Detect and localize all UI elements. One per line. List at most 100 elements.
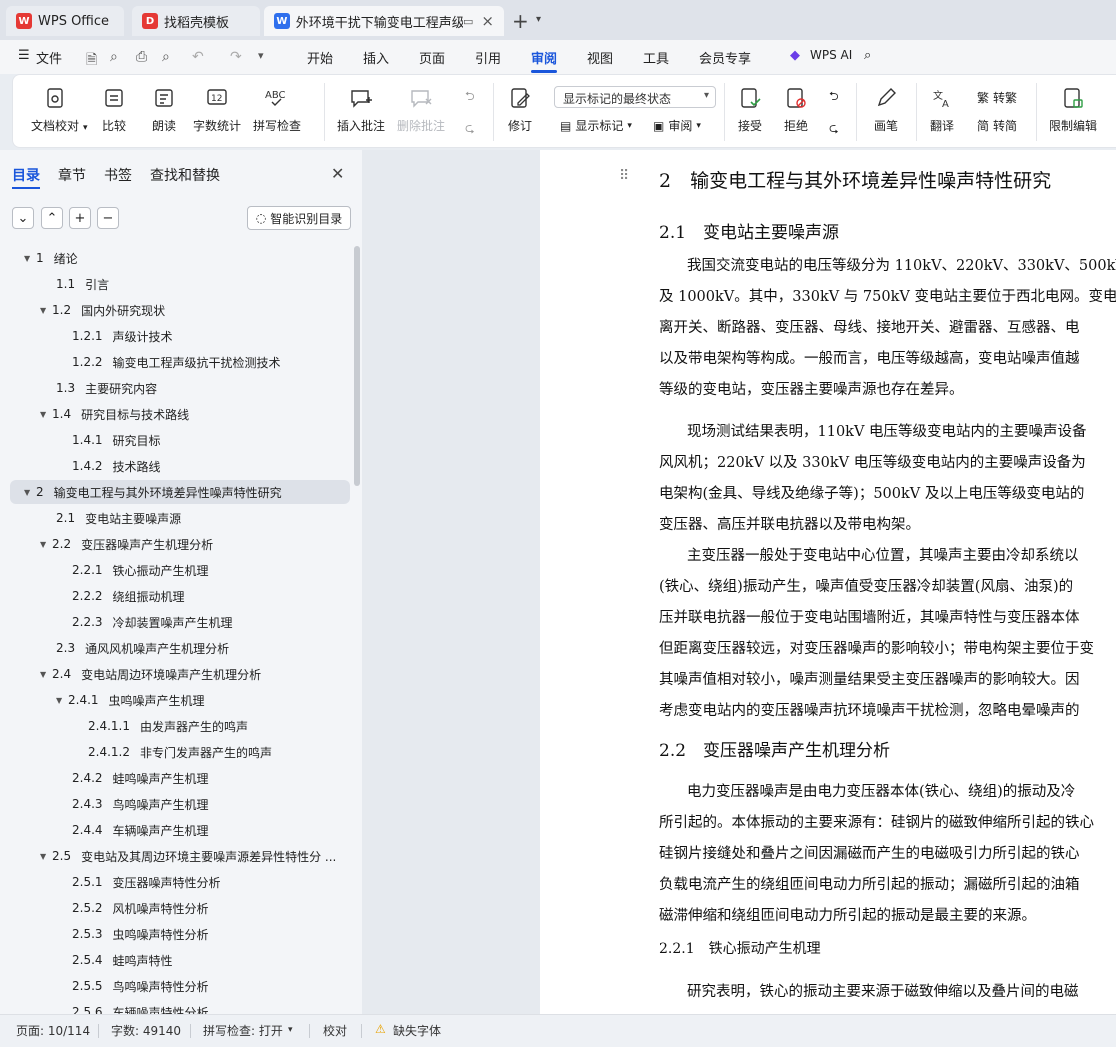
redo-icon[interactable]: ↷ <box>230 49 242 65</box>
markup-mode-select[interactable]: 显示标记的最终状态 ▾ <box>554 86 716 108</box>
tab-find-replace[interactable]: 查找和替换 <box>150 165 220 185</box>
toc-item[interactable]: 2.5.1 变压器噪声特性分析 <box>10 870 350 894</box>
toc-item[interactable]: 1.2.2 输变电工程声级抗干扰检测技术 <box>10 350 350 374</box>
toc-item[interactable]: ▼ 2 输变电工程与其外环境差异性噪声特性研究 <box>10 480 350 504</box>
tab-template[interactable]: D 找稻壳模板 <box>132 6 260 36</box>
caret-down-icon[interactable]: ▼ <box>24 254 36 263</box>
menu-reference[interactable]: 引用 <box>475 48 501 67</box>
spell-check-status[interactable]: 拼写检查: 打开 <box>203 1022 283 1039</box>
caret-down-icon[interactable]: ▼ <box>56 696 68 705</box>
compare-button[interactable]: 比较 <box>101 85 127 134</box>
toc-item[interactable]: 2.4.1.2 非专门发声器产生的鸣声 <box>10 740 350 764</box>
page-indicator[interactable]: 页面: 10/114 <box>16 1022 90 1039</box>
caret-down-icon[interactable]: ▼ <box>40 670 52 679</box>
collapse-button[interactable]: ⌄ <box>12 207 34 229</box>
tab-toc[interactable]: 目录 <box>12 165 40 185</box>
proofread-status[interactable]: 校对 <box>323 1022 347 1039</box>
save-icon[interactable]: 🗎 <box>86 49 97 73</box>
insert-comment-button[interactable]: 插入批注 <box>337 85 385 134</box>
toc-item[interactable]: 2.5.2 风机噪声特性分析 <box>10 896 350 920</box>
toc-item[interactable]: 2.5.4 蛙鸣声特性 <box>10 948 350 972</box>
menu-view[interactable]: 视图 <box>587 48 613 67</box>
toc-item[interactable]: ▼ 2.2 变压器噪声产生机理分析 <box>10 532 350 556</box>
search-icon[interactable]: ⌕ <box>864 48 871 63</box>
word-count-status[interactable]: 字数: 49140 <box>111 1022 181 1039</box>
print-icon[interactable]: ⎙ <box>136 49 147 65</box>
document-page[interactable]: ⠿ 2 输变电工程与其外环境差异性噪声特性研究 2.1 变电站主要噪声源 我国交… <box>540 150 1116 1014</box>
toc-item[interactable]: ▼ 1.2 国内外研究现状 <box>10 298 350 322</box>
restrict-edit-button[interactable]: 限制编辑 <box>1049 85 1097 134</box>
expand-up-button[interactable]: ⌃ <box>41 207 63 229</box>
add-heading-button[interactable]: + <box>69 207 91 229</box>
to-traditional-button[interactable]: 繁 转繁 <box>977 89 1017 106</box>
revise-button[interactable]: 修订 <box>507 85 533 134</box>
chevron-down-icon[interactable]: ▾ <box>83 123 88 133</box>
show-markup-button[interactable]: ▤ 显示标记 ▾ <box>560 117 632 134</box>
toc-item[interactable]: 2.1 变电站主要噪声源 <box>10 506 350 530</box>
toc-item[interactable]: 2.5.3 虫鸣噪声特性分析 <box>10 922 350 946</box>
chevron-down-icon[interactable]: ▾ <box>536 14 541 25</box>
drag-handle-icon[interactable]: ⠿ <box>619 168 629 184</box>
word-count-button[interactable]: 12 字数统计 <box>193 85 241 134</box>
menu-tools[interactable]: 工具 <box>643 48 669 67</box>
menu-review[interactable]: 审阅 <box>531 48 557 67</box>
toc-item[interactable]: ▼ 1 绪论 <box>10 246 350 270</box>
to-simplified-button[interactable]: 简 转简 <box>977 117 1017 134</box>
spell-check-button[interactable]: ABC 拼写检查 <box>253 85 301 134</box>
translate-button[interactable]: 文A 翻译 <box>929 85 955 134</box>
tab-document[interactable]: W 外环境干扰下输变电工程声级 ▭ × <box>264 6 504 36</box>
tab-bookmarks[interactable]: 书签 <box>104 165 132 185</box>
prev-comment-icon[interactable]: ⮌ <box>465 87 475 108</box>
toc-item[interactable]: 1.3 主要研究内容 <box>10 376 350 400</box>
pen-button[interactable]: 画笔 <box>873 85 899 134</box>
menu-member[interactable]: 会员专享 <box>699 48 751 67</box>
chevron-down-icon[interactable]: ▾ <box>258 49 264 62</box>
toc-item[interactable]: 2.4.4 车辆噪声产生机理 <box>10 818 350 842</box>
reject-button[interactable]: 拒绝 <box>783 85 809 134</box>
menu-wps-ai[interactable]: WPS AI <box>810 48 852 62</box>
tab-sections[interactable]: 章节 <box>58 165 86 185</box>
toc-item[interactable]: ▼ 2.5 变电站及其周边环境主要噪声源差异性特性分 ... <box>10 844 350 868</box>
toc-item[interactable]: 2.2.1 铁心振动产生机理 <box>10 558 350 582</box>
menu-file[interactable]: 文件 <box>36 48 62 67</box>
toc-item[interactable]: ▼ 2.4 变电站周边环境噪声产生机理分析 <box>10 662 350 686</box>
close-icon[interactable]: ✕ <box>331 164 344 183</box>
caret-down-icon[interactable]: ▼ <box>40 540 52 549</box>
delete-comment-button[interactable]: 删除批注 <box>397 85 445 134</box>
toc-item[interactable]: 2.5.5 鸟鸣噪声特性分析 <box>10 974 350 998</box>
accept-button[interactable]: 接受 <box>737 85 763 134</box>
print-preview-icon[interactable]: ⌕ <box>162 49 170 65</box>
toc-item[interactable]: 2.3 通风风机噪声产生机理分析 <box>10 636 350 660</box>
remove-heading-button[interactable]: − <box>97 207 119 229</box>
undo-icon[interactable]: ↶ <box>192 49 204 65</box>
caret-down-icon[interactable]: ▼ <box>40 410 52 419</box>
doc-proofread-button[interactable]: 文档校对 <box>31 85 79 134</box>
next-comment-icon[interactable]: ⮎ <box>465 119 475 140</box>
caret-down-icon[interactable]: ▼ <box>40 306 52 315</box>
prev-revision-icon[interactable]: ⮌ <box>829 87 839 108</box>
toc-item[interactable]: 2.4.3 鸟鸣噪声产生机理 <box>10 792 350 816</box>
toc-item[interactable]: 1.4.1 研究目标 <box>10 428 350 452</box>
toc-item[interactable]: 1.4.2 技术路线 <box>10 454 350 478</box>
tab-wps-office[interactable]: W WPS Office <box>6 6 124 36</box>
chevron-down-icon[interactable]: ▾ <box>288 1025 293 1035</box>
menu-page[interactable]: 页面 <box>419 48 445 67</box>
toc-item[interactable]: 2.2.3 冷却装置噪声产生机理 <box>10 610 350 634</box>
toc-item[interactable]: 1.2.1 声级计技术 <box>10 324 350 348</box>
hamburger-icon[interactable]: ☰ <box>18 48 30 63</box>
toc-item[interactable]: 2.2.2 绕组振动机理 <box>10 584 350 608</box>
menu-home[interactable]: 开始 <box>307 48 333 67</box>
toc-item[interactable]: ▼ 1.4 研究目标与技术路线 <box>10 402 350 426</box>
toc-item[interactable]: 2.4.2 蛙鸣噪声产生机理 <box>10 766 350 790</box>
more-button[interactable]: 文 <box>1109 85 1116 134</box>
smart-toc-button[interactable]: ◌ 智能识别目录 <box>247 206 351 230</box>
toc-item[interactable]: 2.4.1.1 由发声器产生的鸣声 <box>10 714 350 738</box>
read-aloud-button[interactable]: 朗读 <box>151 85 177 134</box>
review-pane-button[interactable]: ▣ 审阅 ▾ <box>653 117 701 134</box>
close-icon[interactable]: × <box>481 12 494 30</box>
new-tab-icon[interactable]: + <box>512 9 529 33</box>
link-icon[interactable]: ⌕ <box>110 49 118 65</box>
missing-font-status[interactable]: 缺失字体 <box>393 1022 441 1039</box>
scrollbar[interactable] <box>354 246 360 486</box>
caret-down-icon[interactable]: ▼ <box>40 852 52 861</box>
